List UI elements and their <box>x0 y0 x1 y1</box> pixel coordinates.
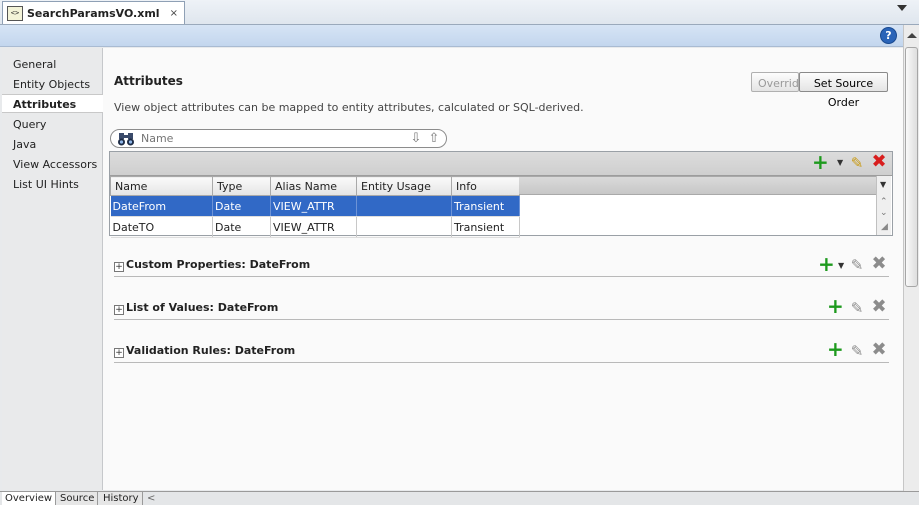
editor-tab-label: SearchParamsVO.xml <box>27 6 160 20</box>
search-field: ⇩ ⇧ <box>110 129 447 148</box>
find-previous-icon[interactable]: ⇧ <box>427 131 441 146</box>
cell-info: Transient <box>451 216 520 238</box>
chevron-down-icon[interactable]: ▼ <box>837 158 843 167</box>
scroll-up-icon[interactable]: ⌃ <box>880 197 888 207</box>
column-header-name[interactable]: Name <box>110 176 213 196</box>
search-input[interactable] <box>141 131 391 146</box>
delete-icon[interactable]: ✖ <box>871 255 887 273</box>
sidebar-item-query[interactable]: Query <box>2 115 102 134</box>
column-menu-icon[interactable]: ▼ <box>880 180 886 189</box>
scroll-down-icon[interactable]: ⌄ <box>880 208 888 218</box>
plus-icon[interactable]: + <box>827 296 844 316</box>
cell-alias-name: VIEW_ATTR <box>270 195 357 217</box>
expand-icon[interactable]: + <box>114 305 124 315</box>
editor-header <box>0 25 903 47</box>
sidebar-item-java[interactable]: Java <box>2 135 102 154</box>
help-icon[interactable]: ? <box>880 27 897 44</box>
tab-source[interactable]: Source <box>57 492 99 505</box>
tab-list-dropdown-icon[interactable] <box>897 5 907 11</box>
sidebar-item-general[interactable]: General <box>2 55 102 74</box>
scrollbar-thumb[interactable] <box>905 47 918 287</box>
bottom-tab-bar: Overview Source History < <box>0 491 919 505</box>
cell-type: Date <box>212 195 271 217</box>
tab-overview[interactable]: Overview <box>2 492 57 505</box>
pencil-icon[interactable]: ✎ <box>849 155 865 171</box>
plus-icon[interactable]: + <box>818 254 835 274</box>
binoculars-icon[interactable] <box>117 132 135 146</box>
table-row[interactable]: DateTO Date VIEW_ATTR Transient <box>110 216 520 238</box>
pencil-icon[interactable]: ✎ <box>849 257 865 273</box>
pencil-icon[interactable]: ✎ <box>849 343 865 359</box>
sidebar-item-list-ui-hints[interactable]: List UI Hints <box>2 175 102 194</box>
validation-rules-section: + Validation Rules: DateFrom <box>114 344 889 363</box>
cell-entity-usage <box>356 195 452 217</box>
column-header-entity-usage[interactable]: Entity Usage <box>356 176 452 196</box>
scroll-up-icon[interactable] <box>907 33 917 38</box>
cell-name: DateFrom <box>110 195 213 217</box>
delete-icon[interactable]: ✖ <box>871 153 887 171</box>
vertical-scrollbar[interactable] <box>903 25 919 492</box>
editor-tab[interactable]: <> SearchParamsVO.xml × <box>2 1 185 24</box>
xml-file-icon: <> <box>7 5 23 21</box>
section-title[interactable]: Custom Properties: DateFrom <box>126 258 310 271</box>
table-header-filler <box>519 176 876 195</box>
override-button[interactable]: Override <box>751 72 806 92</box>
delete-icon[interactable]: ✖ <box>871 341 887 359</box>
cell-info: Transient <box>451 195 520 217</box>
pencil-icon[interactable]: ✎ <box>849 300 865 316</box>
close-icon[interactable]: × <box>170 8 178 19</box>
sidebar-nav: General Entity Objects Attributes Query … <box>2 48 103 490</box>
page-title: Attributes <box>114 74 183 88</box>
page-description: View object attributes can be mapped to … <box>114 101 584 114</box>
plus-icon[interactable]: + <box>812 152 829 172</box>
column-header-info[interactable]: Info <box>451 176 520 196</box>
sidebar-item-attributes[interactable]: Attributes <box>2 94 103 113</box>
expand-icon[interactable]: + <box>114 348 124 358</box>
list-of-values-section: + List of Values: DateFrom <box>114 301 889 320</box>
table-scrollbar[interactable]: ▼ ⌃ ⌄ ◢ <box>876 176 891 235</box>
cell-entity-usage <box>356 216 452 238</box>
table-row[interactable]: DateFrom Date VIEW_ATTR Transient <box>110 195 520 217</box>
attributes-table: Name Type Alias Name Entity Usage Info D… <box>110 176 520 238</box>
column-header-type[interactable]: Type <box>212 176 271 196</box>
sidebar-item-entity-objects[interactable]: Entity Objects <box>2 75 102 94</box>
expand-icon[interactable]: + <box>114 262 124 272</box>
cell-type: Date <box>212 216 271 238</box>
cell-name: DateTO <box>110 216 213 238</box>
scroll-left-icon[interactable]: < <box>144 492 158 505</box>
sidebar-item-view-accessors[interactable]: View Accessors <box>2 155 102 174</box>
resize-grip-icon[interactable]: ◢ <box>881 222 888 232</box>
delete-icon[interactable]: ✖ <box>871 298 887 316</box>
plus-icon[interactable]: + <box>827 339 844 359</box>
chevron-down-icon[interactable]: ▼ <box>838 261 844 270</box>
column-header-alias-name[interactable]: Alias Name <box>270 176 357 196</box>
table-toolbar: + ▼ ✎ ✖ <box>110 152 892 176</box>
tab-history[interactable]: History <box>100 492 143 505</box>
section-title[interactable]: Validation Rules: DateFrom <box>126 344 295 357</box>
cell-alias-name: VIEW_ATTR <box>270 216 357 238</box>
section-title[interactable]: List of Values: DateFrom <box>126 301 278 314</box>
custom-properties-section: + Custom Properties: DateFrom <box>114 258 889 277</box>
set-source-order-button[interactable]: Set Source Order <box>799 72 888 109</box>
find-next-icon[interactable]: ⇩ <box>409 131 423 146</box>
